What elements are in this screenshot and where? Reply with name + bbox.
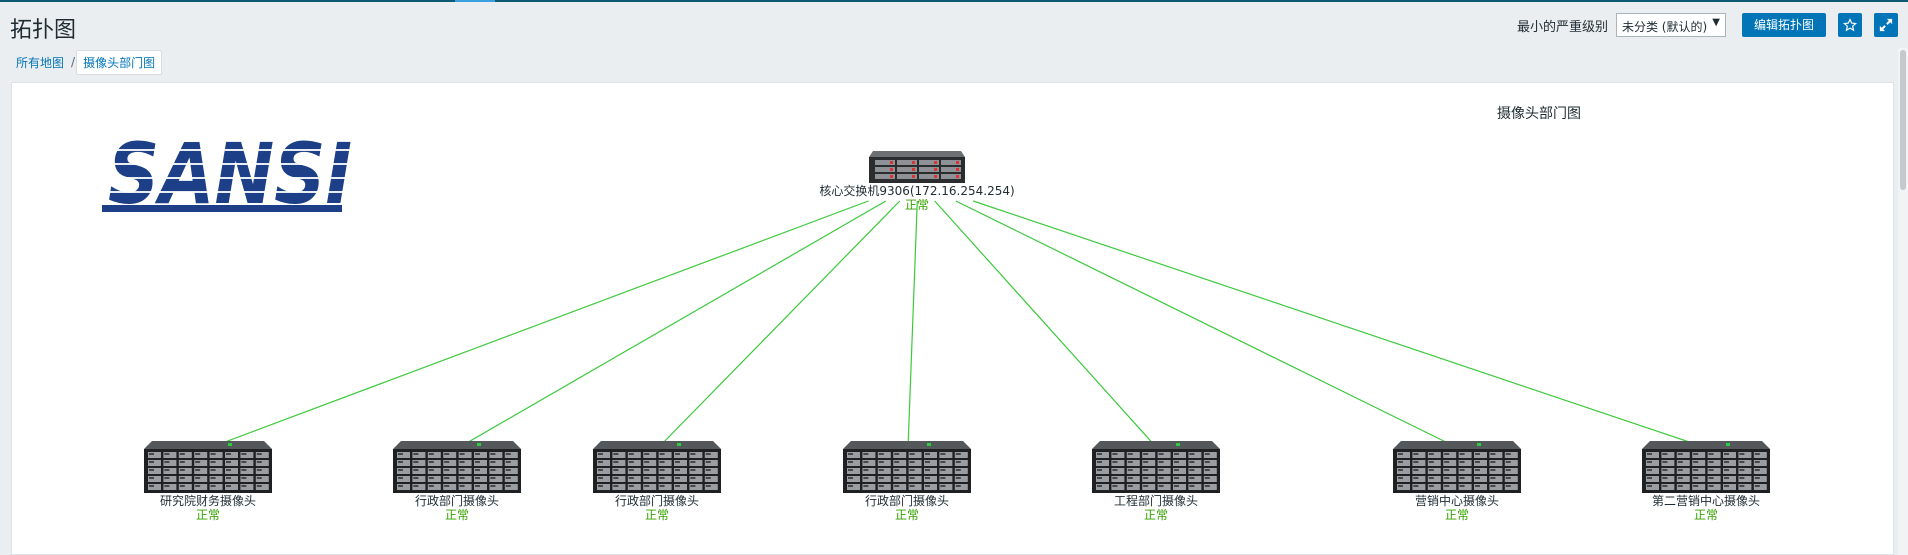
nvr-icon	[1092, 441, 1220, 493]
nvr-icon	[144, 441, 272, 493]
network-link	[657, 200, 901, 449]
topology-map: 摄像头部门图 SANSI 核心交换机9306(172.16.254.254) 正…	[11, 82, 1894, 555]
node-label: 工程部门摄像头	[1113, 494, 1198, 508]
edit-map-button[interactable]: 编辑拓扑图	[1741, 13, 1826, 37]
fullscreen-button[interactable]	[1874, 13, 1898, 37]
breadcrumb-current[interactable]: 摄像头部门图	[76, 49, 163, 75]
nvr-icon	[843, 441, 971, 493]
page-header: 拓扑图 最小的严重级别 未分类 (默认的) ▼ 编辑拓扑图	[0, 2, 1908, 46]
breadcrumb: 所有地图 / 摄像头部门图	[10, 49, 163, 75]
node-label: 核心交换机9306(172.16.254.254)	[819, 184, 1015, 198]
node-label: 行政部门摄像头	[864, 494, 949, 508]
node-status: 正常	[195, 508, 220, 522]
node-status: 正常	[1444, 508, 1469, 522]
node-label: 研究院财务摄像头	[159, 494, 256, 508]
camera-node[interactable]: 行政部门摄像头 正常	[537, 441, 777, 522]
nvr-icon	[593, 441, 721, 493]
node-status: 正常	[1693, 508, 1718, 522]
node-status: 正常	[894, 508, 919, 522]
star-icon	[1843, 18, 1857, 32]
network-link	[955, 200, 1459, 449]
severity-select[interactable]: 未分类 (默认的) ▼	[1615, 13, 1726, 37]
network-link	[907, 200, 918, 449]
page-title: 拓扑图	[10, 18, 77, 43]
camera-node[interactable]: 工程部门摄像头 正常	[1036, 441, 1276, 522]
node-label: 营销中心摄像头	[1414, 494, 1499, 508]
node-label: 行政部门摄像头	[614, 494, 699, 508]
header-controls: 最小的严重级别 未分类 (默认的) ▼ 编辑拓扑图	[1517, 12, 1898, 38]
page-scrollbar[interactable]	[1898, 48, 1908, 555]
node-label: 第二营销中心摄像头	[1651, 494, 1760, 508]
nvr-icon	[393, 441, 521, 493]
breadcrumb-all-maps[interactable]: 所有地图	[10, 51, 70, 74]
camera-node[interactable]: 营销中心摄像头 正常	[1337, 441, 1577, 522]
node-status: 正常	[1143, 508, 1168, 522]
core-switch-node[interactable]: 核心交换机9306(172.16.254.254) 正常	[797, 151, 1037, 212]
fullscreen-icon	[1879, 18, 1893, 32]
chevron-down-icon: ▼	[1712, 17, 1720, 28]
severity-value: 未分类 (默认的)	[1621, 20, 1708, 34]
camera-node[interactable]: 第二营销中心摄像头 正常	[1586, 441, 1826, 522]
node-status: 正常	[644, 508, 669, 522]
nvr-icon	[1642, 441, 1770, 493]
scrollbar-thumb[interactable]	[1900, 50, 1906, 190]
network-link	[457, 200, 887, 449]
server-icon	[869, 151, 965, 183]
favorite-button[interactable]	[1838, 13, 1862, 37]
camera-node[interactable]: 研究院财务摄像头 正常	[88, 441, 328, 522]
nvr-icon	[1393, 441, 1521, 493]
network-link	[973, 200, 1708, 449]
camera-node[interactable]: 行政部门摄像头 正常	[787, 441, 1027, 522]
network-link	[934, 200, 1158, 449]
breadcrumb-separator: /	[71, 55, 76, 69]
node-status: 正常	[904, 198, 929, 212]
network-link	[208, 200, 869, 449]
severity-label: 最小的严重级别	[1516, 19, 1608, 35]
